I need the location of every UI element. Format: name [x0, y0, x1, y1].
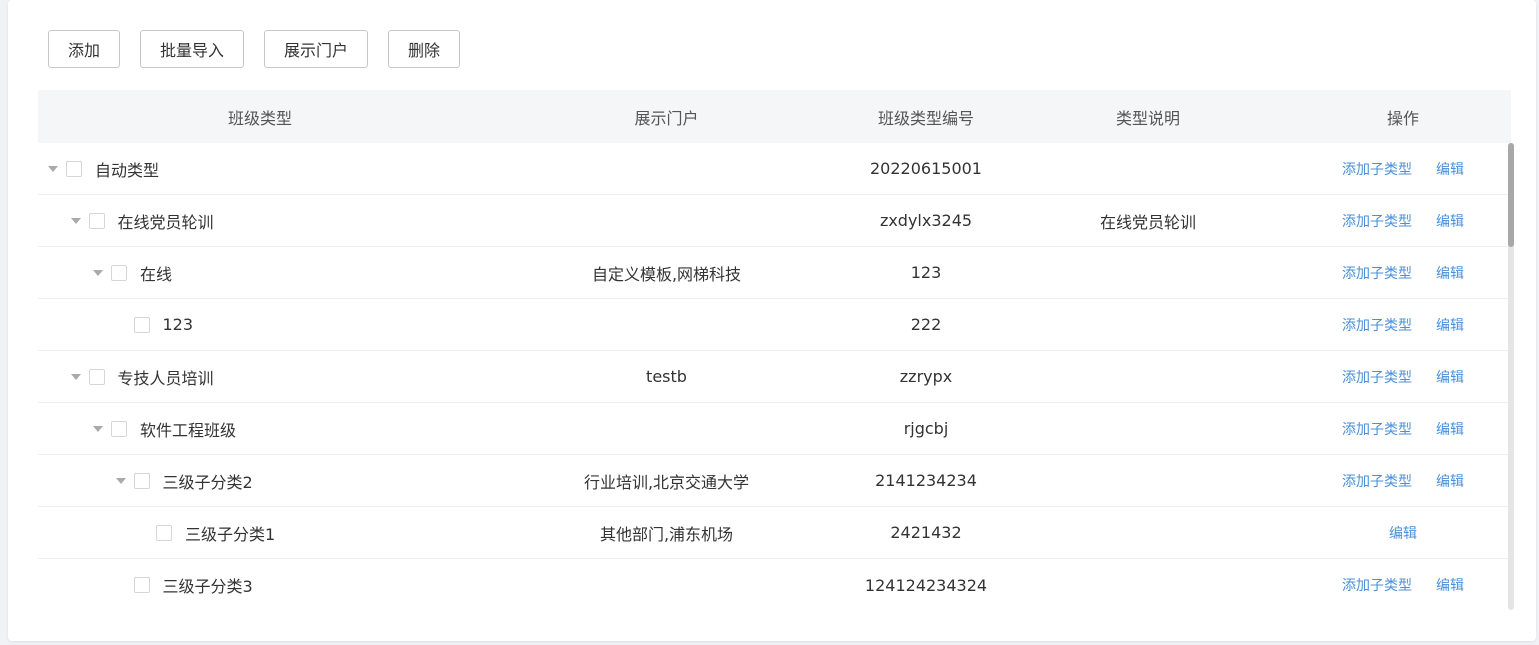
header-class-type: 班级类型	[227, 108, 292, 128]
cell-actions: 添加子类型 编辑	[1295, 315, 1511, 335]
cell-code: 222	[910, 315, 942, 334]
add-child-type-link[interactable]: 添加子类型	[1342, 471, 1412, 491]
row-checkbox[interactable]	[88, 212, 105, 229]
class-type-name: 123	[162, 315, 194, 334]
class-type-name: 自动类型	[95, 160, 160, 180]
edit-link[interactable]: 编辑	[1436, 575, 1464, 595]
cell-actions: 添加子类型 编辑	[1295, 263, 1511, 283]
edit-link[interactable]: 编辑	[1436, 367, 1464, 387]
cell-class-type: 三级子分类2	[38, 469, 482, 493]
row-checkbox[interactable]	[133, 316, 150, 333]
vertical-scrollbar[interactable]	[1508, 143, 1514, 610]
cell-portal: 自定义模板,网梯科技	[591, 264, 742, 284]
expand-caret-icon[interactable]	[48, 165, 58, 172]
class-type-name: 三级子分类1	[185, 524, 276, 544]
row-checkbox[interactable]	[156, 524, 172, 541]
cell-class-type: 三级子分类1	[38, 521, 482, 545]
add-child-type-link[interactable]: 添加子类型	[1342, 159, 1412, 179]
row-checkbox[interactable]	[133, 472, 150, 489]
cell-class-type: 在线	[38, 261, 482, 285]
cell-actions: 添加子类型 编辑	[1295, 419, 1511, 439]
row-checkbox[interactable]	[133, 577, 150, 593]
add-child-type-link[interactable]: 添加子类型	[1342, 263, 1412, 283]
cell-code: zxdylx3245	[879, 211, 973, 230]
scrollbar-thumb[interactable]	[1508, 143, 1514, 247]
table-row: 三级子分类1 其他部门,浦东机场 2421432 编辑	[38, 507, 1511, 559]
cell-class-type: 软件工程班级	[38, 417, 482, 441]
class-type-table: 班级类型 展示门户 班级类型编号 类型说明 操作 自动类型 20220615001…	[38, 90, 1511, 611]
table-row: 在线党员轮训 zxdylx3245 在线党员轮训 添加子类型 编辑	[38, 195, 1511, 247]
cell-code: zzrypx	[899, 367, 953, 386]
table-row: 自动类型 20220615001 添加子类型 编辑	[38, 143, 1511, 195]
class-type-name: 在线	[140, 264, 173, 284]
cell-code: 2421432	[890, 523, 962, 542]
add-child-type-link[interactable]: 添加子类型	[1342, 419, 1412, 439]
cell-description: 在线党员轮训	[1099, 212, 1196, 232]
expand-caret-icon[interactable]	[93, 269, 103, 276]
edit-link[interactable]: 编辑	[1436, 471, 1464, 491]
cell-portal: 行业培训,北京交通大学	[583, 472, 750, 492]
row-checkbox[interactable]	[88, 368, 105, 385]
cell-portal: 其他部门,浦东机场	[599, 524, 734, 544]
add-child-type-link[interactable]: 添加子类型	[1342, 575, 1412, 595]
table-row: 专技人员培训 testb zzrypx 添加子类型 编辑	[38, 351, 1511, 403]
cell-actions: 添加子类型 编辑	[1295, 575, 1511, 595]
edit-link[interactable]: 编辑	[1436, 159, 1464, 179]
cell-code: 123	[910, 263, 942, 282]
expand-caret-icon[interactable]	[70, 217, 81, 224]
header-description: 类型说明	[1115, 108, 1180, 128]
add-child-type-link[interactable]: 添加子类型	[1342, 315, 1412, 335]
expand-caret-icon[interactable]	[70, 373, 81, 380]
edit-link[interactable]: 编辑	[1436, 315, 1464, 335]
cell-actions: 添加子类型 编辑	[1295, 471, 1511, 491]
cell-class-type: 专技人员培训	[38, 365, 482, 389]
edit-link[interactable]: 编辑	[1436, 419, 1464, 439]
cell-class-type: 123	[38, 315, 482, 334]
delete-button[interactable]: 删除	[388, 30, 461, 68]
cell-code: 20220615001	[870, 159, 982, 178]
batch-import-button[interactable]: 批量导入	[140, 30, 245, 68]
cell-class-type: 在线党员轮训	[38, 209, 482, 233]
cell-actions: 添加子类型 编辑	[1295, 211, 1511, 231]
class-type-name: 专技人员培训	[117, 368, 214, 388]
class-type-name: 三级子分类3	[162, 577, 253, 596]
table-row: 软件工程班级 rjgcbj 添加子类型 编辑	[38, 403, 1511, 455]
edit-link[interactable]: 编辑	[1436, 263, 1464, 283]
content-card: 添加 批量导入 展示门户 删除 班级类型 展示门户 班级类型编号 类型说明 操作…	[8, 0, 1536, 641]
expand-caret-icon[interactable]	[93, 425, 103, 432]
table-row: 三级子分类2 行业培训,北京交通大学 2141234234 添加子类型 编辑	[38, 455, 1511, 507]
edit-link[interactable]: 编辑	[1389, 523, 1417, 543]
header-actions: 操作	[1386, 108, 1419, 128]
table-row: 在线 自定义模板,网梯科技 123 添加子类型 编辑	[38, 247, 1511, 299]
header-portal: 展示门户	[634, 108, 699, 128]
table-header: 班级类型 展示门户 班级类型编号 类型说明 操作	[38, 90, 1511, 143]
cell-actions: 添加子类型 编辑	[1295, 159, 1511, 179]
header-code: 班级类型编号	[877, 108, 974, 128]
row-checkbox[interactable]	[111, 420, 127, 437]
cell-code: 2141234234	[875, 471, 977, 490]
cell-class-type: 自动类型	[38, 157, 482, 181]
row-checkbox[interactable]	[111, 264, 127, 281]
class-type-name: 软件工程班级	[140, 420, 237, 440]
row-checkbox[interactable]	[66, 160, 82, 177]
show-portal-button[interactable]: 展示门户	[264, 30, 369, 68]
cell-code: rjgcbj	[903, 419, 949, 438]
table-row: 三级子分类3 124124234324 添加子类型 编辑	[38, 559, 1511, 611]
class-type-name: 三级子分类2	[162, 472, 253, 492]
add-button[interactable]: 添加	[48, 30, 121, 68]
cell-actions: 添加子类型 编辑	[1295, 367, 1511, 387]
edit-link[interactable]: 编辑	[1436, 211, 1464, 231]
table-body: 自动类型 20220615001 添加子类型 编辑 在线党员轮训 zxdylx3245 在线…	[38, 143, 1511, 611]
expand-caret-icon[interactable]	[115, 477, 126, 484]
cell-actions: 编辑	[1295, 523, 1511, 543]
add-child-type-link[interactable]: 添加子类型	[1342, 211, 1412, 231]
add-child-type-link[interactable]: 添加子类型	[1342, 367, 1412, 387]
class-type-name: 在线党员轮训	[117, 212, 214, 232]
table-row: 123 222 添加子类型 编辑	[38, 299, 1511, 351]
toolbar: 添加 批量导入 展示门户 删除	[48, 30, 461, 70]
cell-portal: testb	[646, 367, 687, 386]
cell-class-type: 三级子分类3	[38, 573, 482, 597]
cell-code: 124124234324	[864, 575, 988, 595]
